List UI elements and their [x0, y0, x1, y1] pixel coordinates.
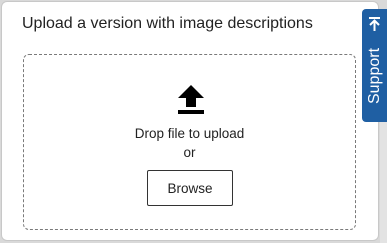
collapse-arrow-icon [369, 17, 380, 31]
upload-icon [178, 85, 204, 114]
scrollbar-track[interactable] [380, 122, 387, 243]
drop-file-text: Drop file to upload [134, 126, 245, 141]
upload-heading: Upload a version with image descriptions [22, 15, 313, 32]
upload-panel: Upload a version with image descriptions… [1, 1, 379, 241]
support-tab[interactable]: Support [362, 9, 387, 122]
browse-button[interactable]: Browse [147, 170, 233, 206]
or-text: or [183, 145, 196, 160]
file-dropzone[interactable]: Drop file to upload or Browse [23, 54, 356, 230]
support-label: Support [365, 47, 383, 105]
